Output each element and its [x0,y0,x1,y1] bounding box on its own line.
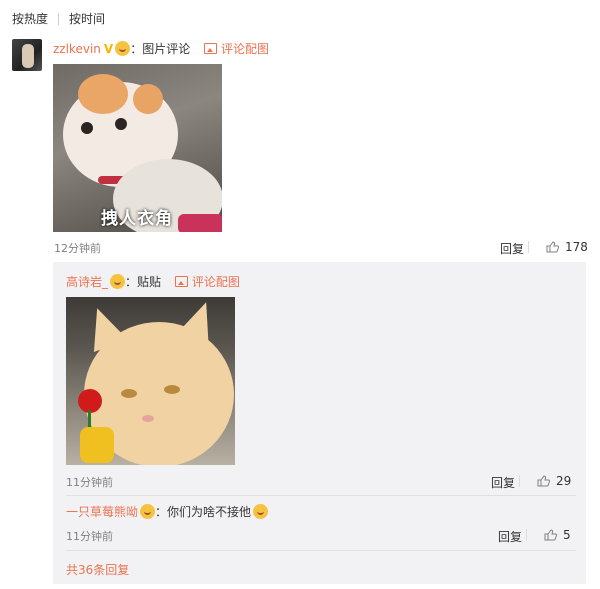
reply-username[interactable]: 一只草莓熊呦 [66,505,138,519]
verified-badge-icon: V [103,42,114,56]
picture-icon [204,43,218,54]
reply-image[interactable] [66,297,235,465]
reply-like-count: 5 [563,528,571,542]
comment-like-count: 178 [565,240,588,254]
reply-username[interactable]: 高诗岩_ [66,275,108,289]
comment-like-button[interactable]: 178 [546,240,588,254]
comment-header: zzlkevin V ：图片评论 评论配图 [53,40,269,57]
reply-reply-button[interactable]: 回复 [498,528,522,545]
sort-by-time[interactable]: 按时间 [69,10,105,27]
reply-like-button[interactable]: 5 [544,528,571,542]
reply-divider [66,495,576,496]
reply-pic-link-label: 评论配图 [191,275,240,289]
reply-header-1: 高诗岩_ ：贴贴 评论配图 [66,273,240,290]
reply-divider [66,550,576,551]
sort-by-hot[interactable]: 按热度 [12,10,48,27]
reply-reply-button[interactable]: 回复 [491,474,515,491]
laughing-emoji-icon [253,504,269,519]
thumbs-up-icon [537,475,550,487]
comment-text: ：图片评论 [130,42,191,56]
view-all-replies-link[interactable]: 共36条回复 [66,561,129,578]
comment-time: 12分钟前 [54,242,101,255]
reply-like-button[interactable]: 29 [537,474,571,488]
sort-bar: 按热度 按时间 [12,10,105,27]
reply-time: 11分钟前 [66,476,113,489]
reply-header-2: 一只草莓熊呦 ：你们为啥不接他 [66,503,269,520]
member-badge-icon [115,41,131,56]
comment-pic-link-label: 评论配图 [221,42,270,56]
comment-image[interactable]: 拽人衣角 [53,64,222,232]
action-divider [519,475,520,487]
comment-reply-button[interactable]: 回复 [500,240,524,257]
action-divider [526,529,527,541]
sort-divider [58,12,60,25]
avatar[interactable] [12,39,42,71]
comment-username[interactable]: zzlkevin [53,42,101,56]
member-badge-icon [140,504,156,519]
reply-text: ：贴贴 [125,275,162,289]
thumbs-up-icon [546,241,559,253]
action-divider [528,241,529,253]
reply-pic-link[interactable]: 评论配图 [174,275,240,289]
thumbs-up-icon [544,529,557,541]
member-badge-icon [110,274,126,289]
image-caption: 拽人衣角 [101,209,173,229]
picture-icon [174,276,188,287]
reply-text: ：你们为啥不接他 [155,505,252,519]
reply-like-count: 29 [556,474,572,488]
reply-time: 11分钟前 [66,530,113,543]
comment-pic-link[interactable]: 评论配图 [204,42,269,56]
